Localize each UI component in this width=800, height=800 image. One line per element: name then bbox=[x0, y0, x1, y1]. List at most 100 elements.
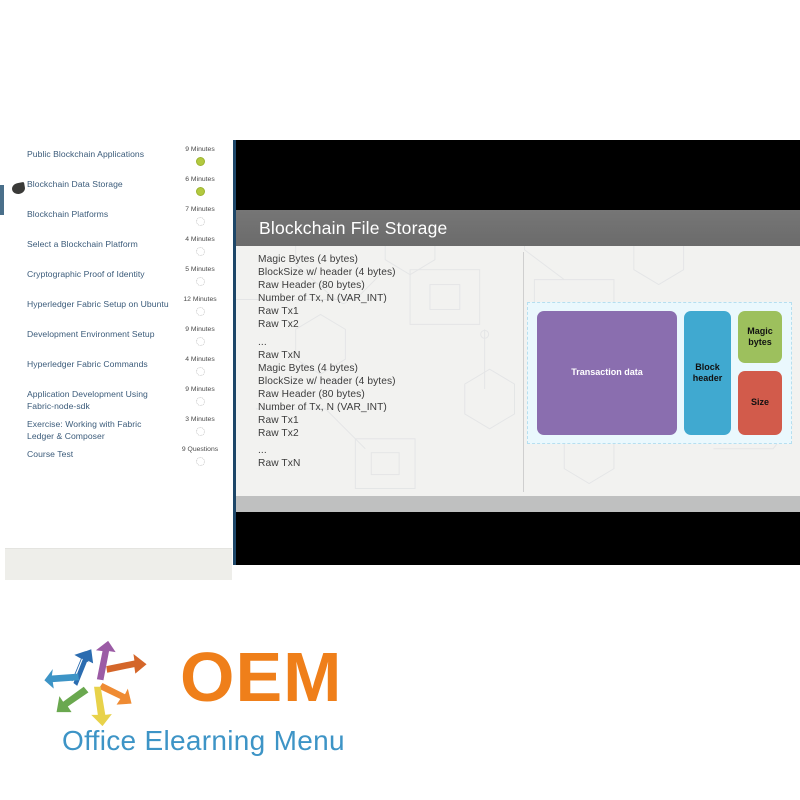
lesson-title: Hyperledger Fabric Setup on Ubuntu bbox=[27, 299, 169, 309]
lesson-item[interactable]: Select a Blockchain Platform 4 Minutes bbox=[5, 233, 232, 263]
lesson-marker bbox=[11, 362, 27, 375]
lesson-title: Blockchain Platforms bbox=[27, 209, 109, 219]
lesson-title: Application Development Using Fabric-nod… bbox=[27, 389, 148, 411]
code-line: Number of Tx, N (VAR_INT) bbox=[258, 402, 387, 414]
lesson-duration: 9 Questions bbox=[181, 446, 219, 453]
course-player: Public Blockchain Applications 9 Minutes B… bbox=[0, 140, 800, 580]
lesson-status-incomplete-icon bbox=[195, 337, 205, 346]
lesson-duration: 9 Minutes bbox=[185, 386, 215, 393]
diagram-box-size: Size bbox=[738, 371, 782, 435]
lesson-meta: 4 Minutes bbox=[174, 353, 226, 376]
lesson-status-complete-icon bbox=[195, 187, 205, 196]
code-line: Raw Header (80 bytes) bbox=[258, 280, 365, 292]
lesson-title: Course Test bbox=[27, 449, 74, 459]
lesson-item[interactable]: Hyperledger Fabric Commands 4 Minutes bbox=[5, 353, 232, 383]
logo-tagline: Office Elearning Menu bbox=[62, 725, 345, 756]
lesson-item[interactable]: Blockchain Platforms 7 Minutes bbox=[5, 203, 232, 233]
lesson-title: Public Blockchain Applications bbox=[27, 149, 145, 159]
code-line: Raw Tx1 bbox=[258, 306, 299, 318]
slide-footer-bar bbox=[236, 496, 800, 512]
lesson-marker bbox=[11, 452, 27, 465]
code-line: Raw Tx2 bbox=[258, 428, 299, 440]
lesson-duration: 7 Minutes bbox=[185, 206, 215, 213]
screenshot-root: Public Blockchain Applications 9 Minutes B… bbox=[0, 0, 800, 800]
lesson-marker bbox=[11, 392, 27, 405]
lesson-meta: 4 Minutes bbox=[174, 233, 226, 256]
code-line: Raw Header (80 bytes) bbox=[258, 388, 365, 400]
lesson-marker bbox=[11, 242, 27, 255]
block-serialization-text: Magic Bytes (4 bytes) BlockSize w/ header… bbox=[258, 253, 513, 471]
code-line: Magic Bytes (4 bytes) bbox=[258, 362, 359, 374]
lesson-status-incomplete-icon bbox=[195, 427, 205, 436]
lesson-meta: 3 Minutes bbox=[174, 413, 226, 436]
slide: Blockchain File Storage Magic Bytes (4 b… bbox=[236, 210, 800, 512]
lesson-title: Exercise: Working with Fabric Ledger & C… bbox=[27, 419, 142, 441]
code-line: Raw TxN bbox=[258, 458, 301, 470]
lesson-duration: 6 Minutes bbox=[185, 176, 215, 183]
lesson-meta: 9 Minutes bbox=[174, 383, 226, 406]
code-line: BlockSize w/ header (4 bytes) bbox=[258, 267, 396, 279]
code-line: BlockSize w/ header (4 bytes) bbox=[258, 375, 396, 387]
lesson-meta: 9 Minutes bbox=[174, 323, 226, 346]
slide-title: Blockchain File Storage bbox=[259, 218, 448, 238]
lesson-status-incomplete-icon bbox=[195, 457, 205, 466]
lesson-meta: 7 Minutes bbox=[174, 203, 226, 226]
code-line: ... bbox=[258, 445, 267, 457]
lesson-duration: 3 Minutes bbox=[185, 416, 215, 423]
code-line: Raw TxN bbox=[258, 349, 301, 361]
active-lesson-accent-bar bbox=[0, 185, 4, 215]
lesson-marker bbox=[11, 212, 27, 225]
lesson-status-complete-icon bbox=[195, 157, 205, 166]
lesson-item[interactable]: Exercise: Working with Fabric Ledger & C… bbox=[5, 413, 232, 443]
code-line: Number of Tx, N (VAR_INT) bbox=[258, 293, 387, 305]
code-line: ... bbox=[258, 336, 267, 348]
lesson-marker bbox=[11, 332, 27, 345]
lesson-title: Cryptographic Proof of Identity bbox=[27, 269, 145, 279]
video-stage[interactable]: Blockchain File Storage Magic Bytes (4 b… bbox=[233, 140, 800, 565]
lesson-title: Development Environment Setup bbox=[27, 329, 155, 339]
lesson-list[interactable]: Public Blockchain Applications 9 Minutes B… bbox=[5, 143, 232, 548]
current-lesson-pin-icon bbox=[11, 182, 27, 195]
lesson-title: Select a Blockchain Platform bbox=[27, 239, 138, 249]
diagram-box-magic-bytes: Magic bytes bbox=[738, 311, 782, 363]
lesson-duration: 4 Minutes bbox=[185, 356, 215, 363]
lesson-status-incomplete-icon bbox=[195, 307, 205, 316]
sidebar-footer bbox=[5, 548, 232, 580]
lesson-status-incomplete-icon bbox=[195, 247, 205, 256]
lesson-meta: 9 Minutes bbox=[174, 143, 226, 166]
lesson-item[interactable]: Course Test 9 Questions bbox=[5, 443, 232, 473]
slide-title-bar: Blockchain File Storage bbox=[236, 210, 800, 246]
slide-divider bbox=[523, 252, 524, 492]
lesson-item[interactable]: Development Environment Setup 9 Minutes bbox=[5, 323, 232, 353]
lesson-item[interactable]: Blockchain Data Storage 6 Minutes bbox=[5, 173, 232, 203]
code-line: Raw Tx2 bbox=[258, 319, 299, 331]
lesson-duration: 12 Minutes bbox=[183, 296, 217, 303]
lesson-status-incomplete-icon bbox=[195, 397, 205, 406]
lesson-marker bbox=[11, 302, 27, 315]
lesson-meta: 9 Questions bbox=[174, 443, 226, 466]
lesson-marker bbox=[11, 272, 27, 285]
lesson-duration: 9 Minutes bbox=[185, 146, 215, 153]
code-line: Raw Tx1 bbox=[258, 415, 299, 427]
lesson-marker bbox=[11, 152, 27, 165]
lesson-meta: 5 Minutes bbox=[174, 263, 226, 286]
curriculum-sidebar: Public Blockchain Applications 9 Minutes B… bbox=[5, 140, 232, 580]
lesson-item[interactable]: Application Development Using Fabric-nod… bbox=[5, 383, 232, 413]
block-structure-diagram: Transaction data Block header Magic byte… bbox=[527, 302, 792, 444]
diagram-box-block-header: Block header bbox=[684, 311, 731, 435]
slide-body: Magic Bytes (4 bytes) BlockSize w/ header… bbox=[236, 246, 800, 512]
diagram-box-transaction-data: Transaction data bbox=[537, 311, 677, 435]
lesson-item[interactable]: Cryptographic Proof of Identity 5 Minutes bbox=[5, 263, 232, 293]
lesson-meta: 6 Minutes bbox=[174, 173, 226, 196]
oem-logo: OEM Office Elearning Menu bbox=[40, 630, 380, 770]
lesson-duration: 9 Minutes bbox=[185, 326, 215, 333]
arrows-burst-icon bbox=[44, 640, 147, 727]
lesson-item[interactable]: Public Blockchain Applications 9 Minutes bbox=[5, 143, 232, 173]
lesson-title: Hyperledger Fabric Commands bbox=[27, 359, 148, 369]
lesson-marker bbox=[11, 422, 27, 435]
logo-wordmark: OEM bbox=[180, 638, 343, 716]
lesson-item[interactable]: Hyperledger Fabric Setup on Ubuntu 12 Min… bbox=[5, 293, 232, 323]
lesson-duration: 4 Minutes bbox=[185, 236, 215, 243]
lesson-status-incomplete-icon bbox=[195, 217, 205, 226]
lesson-status-incomplete-icon bbox=[195, 277, 205, 286]
